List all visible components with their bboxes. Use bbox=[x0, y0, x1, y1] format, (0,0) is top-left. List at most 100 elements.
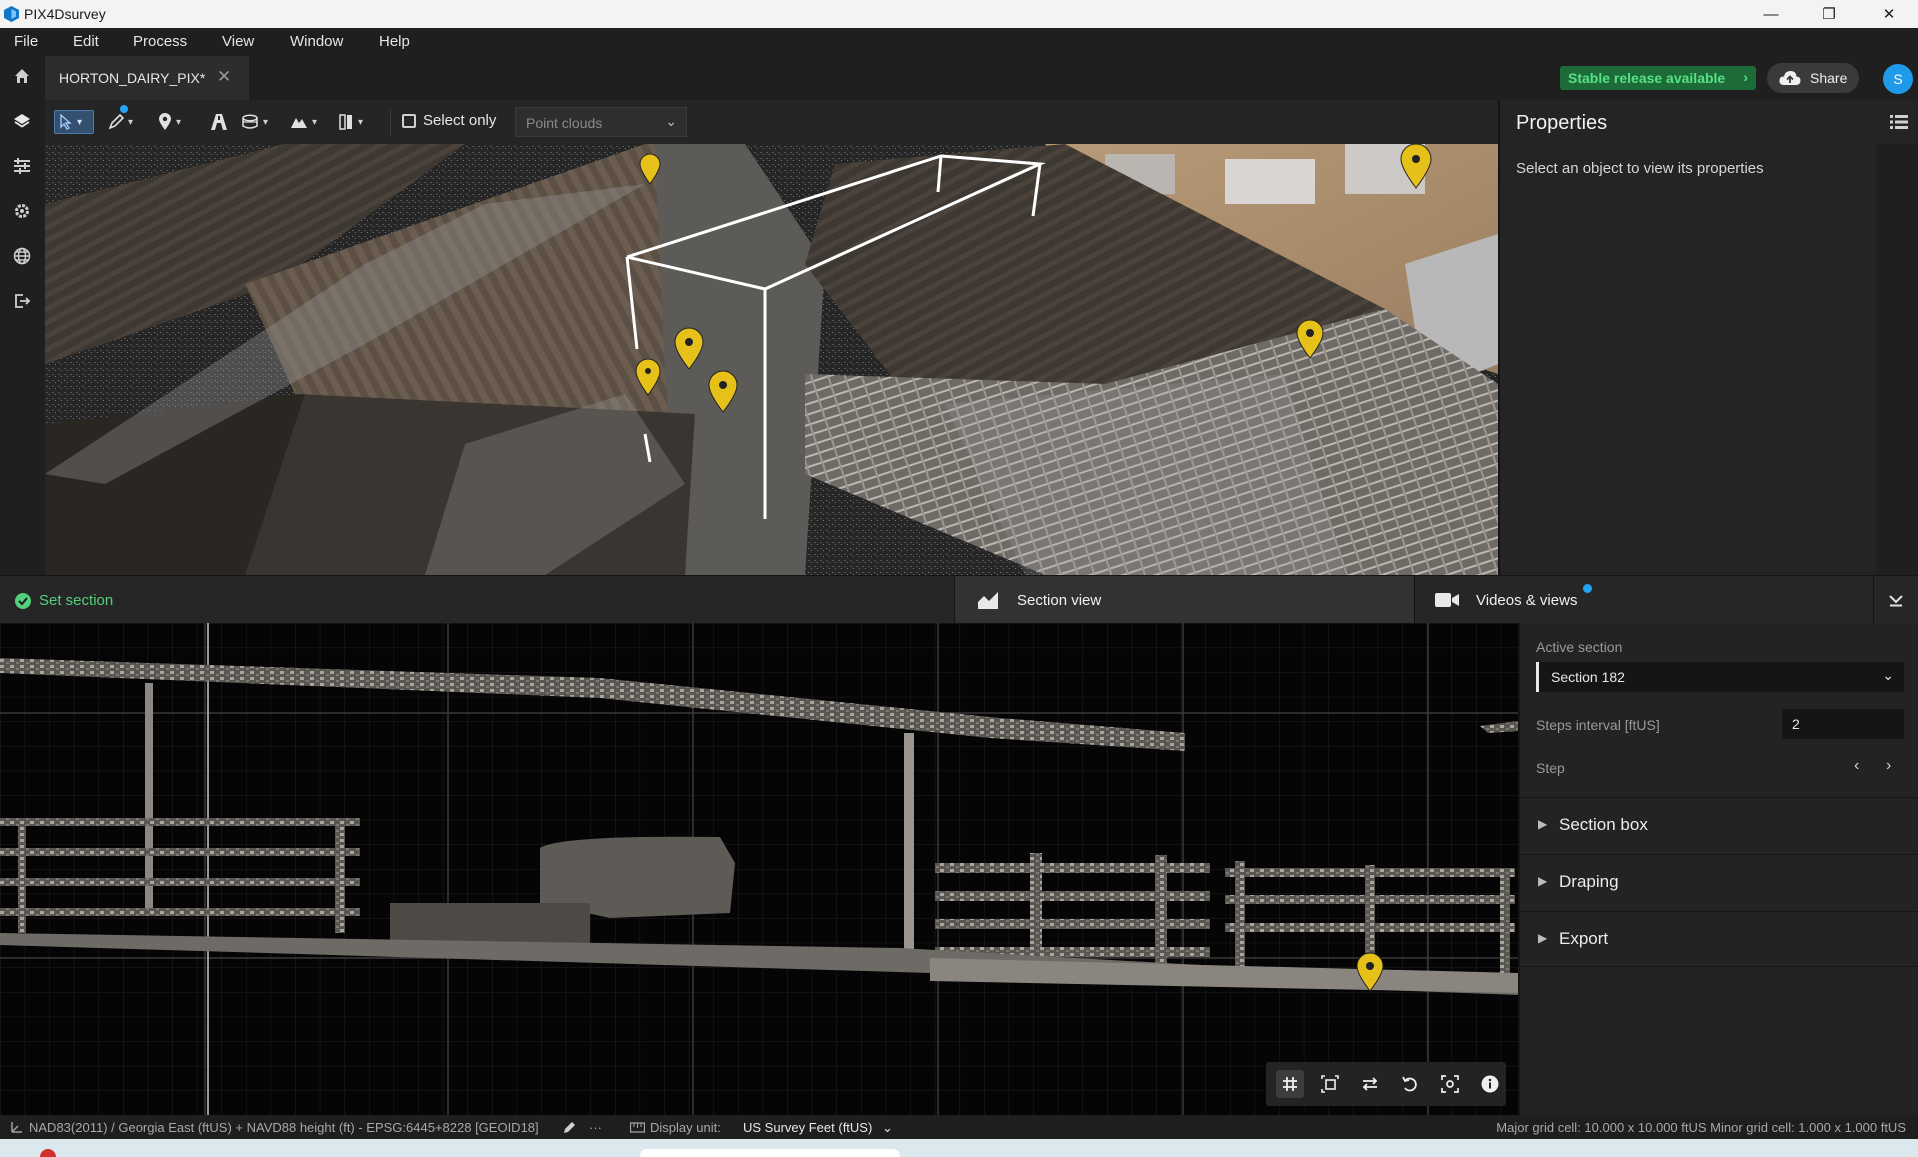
caret-right-icon: ▶ bbox=[1538, 817, 1548, 831]
taskbar-notification-icon[interactable] bbox=[40, 1149, 56, 1157]
accordion-section-box[interactable]: ▶ Section box bbox=[1520, 797, 1918, 853]
menu-window[interactable]: Window bbox=[290, 33, 343, 50]
step-next-button[interactable]: › bbox=[1886, 757, 1891, 775]
terrain-tool-button[interactable]: ▾ bbox=[290, 110, 317, 134]
video-camera-icon bbox=[1435, 593, 1459, 607]
step-previous-button[interactable]: ‹ bbox=[1854, 757, 1859, 775]
display-unit-label: Display unit: bbox=[650, 1120, 721, 1135]
accordion-draping[interactable]: ▶ Draping bbox=[1520, 854, 1918, 910]
tab-section-view[interactable]: Section view bbox=[954, 576, 1414, 624]
tab-videos-views[interactable]: Videos & views bbox=[1414, 576, 1873, 624]
grid-cell-info: Major grid cell: 10.000 x 10.000 ftUS Mi… bbox=[1496, 1120, 1906, 1135]
close-tab-icon[interactable]: ✕ bbox=[217, 67, 231, 87]
chevron-down-icon: ▾ bbox=[312, 116, 318, 128]
chevron-down-icon: ⌄ bbox=[881, 1120, 893, 1135]
restore-button[interactable]: ❐ bbox=[1800, 0, 1858, 28]
active-section-select[interactable]: Section 182 ⌄ bbox=[1536, 662, 1904, 692]
window-title: PIX4Dsurvey bbox=[24, 6, 106, 22]
point-clouds-select[interactable]: Point clouds ⌄ bbox=[515, 107, 687, 137]
display-unit-value: US Survey Feet (ftUS) bbox=[743, 1120, 873, 1135]
properties-panel: Properties Select an object to view its … bbox=[1498, 100, 1918, 575]
caret-right-icon: ▶ bbox=[1538, 874, 1548, 888]
volume-tool-button[interactable]: ▾ bbox=[241, 110, 268, 134]
properties-side-strip bbox=[1876, 144, 1918, 575]
collapse-panel-button[interactable] bbox=[1873, 576, 1918, 624]
terrain-icon bbox=[291, 118, 307, 128]
section-view-canvas[interactable] bbox=[0, 623, 1518, 1115]
collapse-down-icon bbox=[1889, 595, 1903, 607]
layers-icon[interactable] bbox=[11, 110, 33, 132]
menu-file[interactable]: File bbox=[14, 33, 38, 50]
point-cloud-scene bbox=[45, 144, 1498, 575]
more-options[interactable]: ··· bbox=[589, 1120, 602, 1135]
menu-view[interactable]: View bbox=[222, 33, 254, 50]
stable-release-badge[interactable]: Stable release available › bbox=[1560, 66, 1756, 90]
menu-process[interactable]: Process bbox=[133, 33, 187, 50]
chevron-down-icon: ⌄ bbox=[1882, 667, 1894, 683]
select-tool-button[interactable]: ▾ bbox=[54, 110, 94, 134]
left-icon-rail bbox=[0, 56, 45, 576]
stable-release-label: Stable release available bbox=[1568, 70, 1726, 86]
sliders-icon[interactable] bbox=[11, 155, 33, 177]
list-view-icon[interactable] bbox=[1890, 114, 1908, 130]
marker-tool-button[interactable]: ▾ bbox=[158, 110, 181, 134]
clipping-tool-button[interactable]: ▾ bbox=[338, 110, 363, 134]
chevron-down-icon: ▾ bbox=[77, 116, 83, 128]
step-label: Step bbox=[1536, 760, 1565, 776]
swap-direction-button[interactable] bbox=[1356, 1070, 1384, 1098]
minimize-button[interactable]: — bbox=[1742, 0, 1800, 28]
chevron-down-icon: ▾ bbox=[263, 116, 269, 128]
status-bar: NAD83(2011) / Georgia East (ftUS) + NAVD… bbox=[0, 1115, 1918, 1139]
section-view-label: Section view bbox=[1017, 592, 1102, 609]
info-button[interactable] bbox=[1476, 1070, 1504, 1098]
chevron-down-icon: ▾ bbox=[176, 116, 182, 128]
3d-viewport[interactable] bbox=[45, 144, 1498, 575]
rotate-button[interactable] bbox=[1396, 1070, 1424, 1098]
edit-pencil-icon[interactable] bbox=[563, 1121, 576, 1134]
swap-icon bbox=[1362, 1077, 1378, 1091]
cloud-upload-icon bbox=[1779, 71, 1801, 85]
tab-horton-dairy[interactable]: HORTON_DAIRY_PIX* ✕ bbox=[45, 56, 249, 100]
share-button[interactable]: Share bbox=[1767, 63, 1859, 93]
frame-icon bbox=[1321, 1075, 1339, 1093]
gear-icon[interactable] bbox=[11, 200, 33, 222]
active-section-value: Section 182 bbox=[1551, 669, 1625, 685]
road-tool-button[interactable] bbox=[210, 110, 228, 134]
frame-selection-button[interactable] bbox=[1316, 1070, 1344, 1098]
caret-right-icon: ▶ bbox=[1538, 931, 1548, 945]
select-only-checkbox[interactable]: Select only bbox=[402, 112, 496, 129]
steps-interval-input[interactable]: 2 bbox=[1782, 709, 1904, 739]
accordion-export[interactable]: ▶ Export bbox=[1520, 911, 1918, 967]
section-point-cloud bbox=[0, 623, 1518, 1115]
pointer-icon bbox=[60, 114, 72, 130]
select-only-label: Select only bbox=[423, 112, 497, 129]
taskbar-search-box[interactable] bbox=[640, 1149, 900, 1157]
measure-tool-button[interactable]: ▾ bbox=[107, 105, 134, 134]
grid-toggle-button[interactable] bbox=[1276, 1070, 1304, 1098]
set-section-status[interactable]: Set section bbox=[15, 592, 113, 609]
chevron-down-icon: ⌄ bbox=[665, 113, 677, 129]
rotate-icon bbox=[1402, 1076, 1417, 1092]
display-unit-select[interactable]: US Survey Feet (ftUS) ⌄ bbox=[743, 1120, 893, 1136]
app-logo-icon bbox=[4, 6, 19, 22]
avatar[interactable]: S bbox=[1883, 64, 1913, 94]
menu-edit[interactable]: Edit bbox=[73, 33, 99, 50]
grid-icon bbox=[1283, 1077, 1297, 1091]
close-window-button[interactable]: ✕ bbox=[1860, 0, 1918, 28]
active-section-label: Active section bbox=[1536, 639, 1623, 655]
globe-icon[interactable] bbox=[11, 245, 33, 267]
chevron-down-icon: ▾ bbox=[128, 116, 134, 128]
focus-icon bbox=[1441, 1075, 1459, 1093]
share-label: Share bbox=[1810, 70, 1848, 86]
road-icon bbox=[211, 114, 227, 130]
export-icon[interactable] bbox=[11, 290, 33, 312]
toolbar-divider bbox=[390, 109, 391, 135]
title-bar: PIX4Dsurvey — ❐ ✕ bbox=[0, 0, 1918, 28]
videos-views-label: Videos & views bbox=[1476, 592, 1578, 609]
fit-view-button[interactable] bbox=[1436, 1070, 1464, 1098]
draping-label: Draping bbox=[1559, 872, 1619, 891]
menu-help[interactable]: Help bbox=[379, 33, 410, 50]
section-settings-panel: Active section Section 182 ⌄ Steps inter… bbox=[1518, 623, 1918, 1115]
viewport-toolbar: ▾ ▾ ▾ ▾ ▾ ▾ Select only Point clouds ⌄ bbox=[45, 100, 1498, 144]
home-icon[interactable] bbox=[11, 65, 33, 87]
